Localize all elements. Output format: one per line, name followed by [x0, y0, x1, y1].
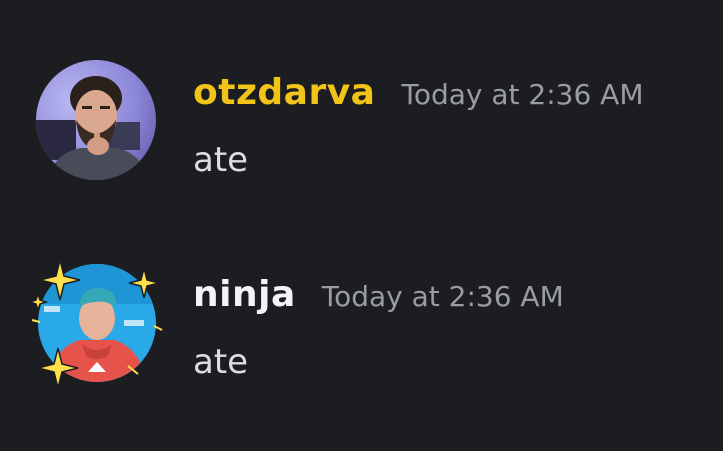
timestamp: Today at 2:36 AM	[401, 78, 644, 111]
avatar-image	[38, 264, 156, 382]
chat-message: otzdarva Today at 2:36 AM ate	[0, 52, 723, 192]
message-content: ate	[193, 342, 249, 382]
timestamp: Today at 2:36 AM	[321, 280, 564, 313]
username[interactable]: otzdarva	[193, 72, 375, 113]
username[interactable]: ninja	[193, 274, 296, 315]
user-avatar[interactable]	[38, 264, 156, 382]
message-content: ate	[193, 140, 249, 180]
message-header: ninja Today at 2:36 AM	[193, 274, 564, 315]
message-header: otzdarva Today at 2:36 AM	[193, 72, 644, 113]
user-avatar[interactable]	[36, 60, 156, 180]
avatar-image	[36, 60, 156, 180]
chat-message: ninja Today at 2:36 AM ate	[0, 250, 723, 390]
